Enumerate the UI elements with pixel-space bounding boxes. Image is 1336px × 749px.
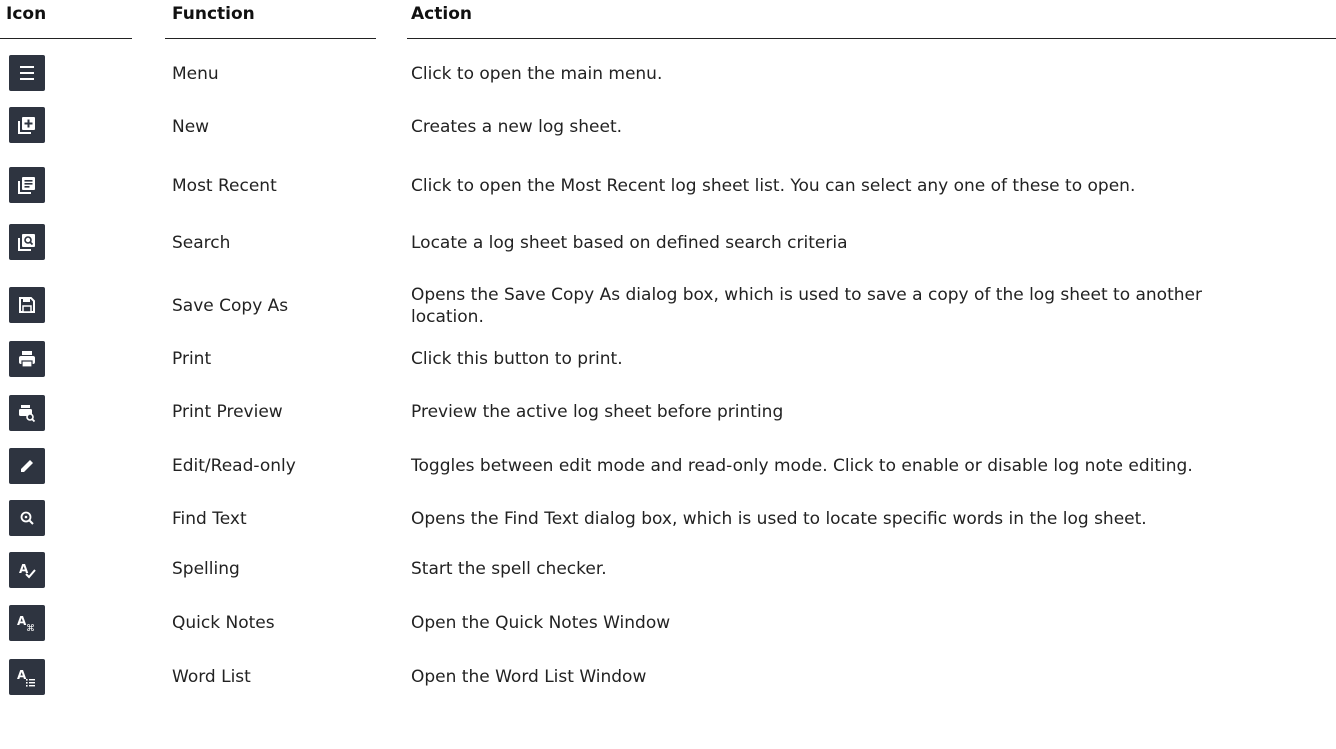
column-header-action: Action: [411, 4, 472, 24]
svg-text:A: A: [17, 668, 27, 682]
function-label: Search: [172, 233, 231, 253]
spelling-icon: A: [9, 552, 45, 588]
function-label: Print Preview: [172, 402, 283, 422]
action-text: Preview the active log sheet before prin…: [411, 402, 784, 422]
action-text: Creates a new log sheet.: [411, 117, 623, 137]
function-label: Find Text: [172, 509, 247, 529]
svg-text:A: A: [19, 562, 29, 576]
action-text: Opens the Find Text dialog box, which is…: [411, 509, 1147, 529]
pencil-icon: [9, 448, 45, 484]
action-text: Open the Quick Notes Window: [411, 613, 671, 633]
function-label: Edit/Read-only: [172, 456, 296, 476]
action-text: Click to open the main menu.: [411, 64, 663, 84]
quick-notes-icon: A ⌘: [9, 605, 45, 641]
word-list-icon: A: [9, 659, 45, 695]
print-icon: [9, 341, 45, 377]
search-icon: [9, 224, 45, 260]
action-text: Start the spell checker.: [411, 559, 607, 579]
action-text: Click to open the Most Recent log sheet …: [411, 176, 1136, 196]
action-text: Toggles between edit mode and read-only …: [411, 456, 1193, 476]
action-text: Opens the Save Copy As dialog box, which…: [411, 285, 1202, 305]
svg-text:⌘: ⌘: [26, 624, 35, 634]
find-text-icon: [9, 500, 45, 536]
function-label: Most Recent: [172, 176, 277, 196]
function-label: Menu: [172, 64, 219, 84]
function-label: Quick Notes: [172, 613, 275, 633]
column-header-icon: Icon: [6, 4, 47, 24]
print-preview-icon: [9, 395, 45, 431]
function-label: Print: [172, 349, 212, 369]
function-label: Save Copy As: [172, 296, 289, 316]
function-label: Spelling: [172, 559, 240, 579]
most-recent-icon: [9, 167, 45, 203]
action-text: Click this button to print.: [411, 349, 623, 369]
header-rule-function: [165, 38, 376, 39]
new-icon: [9, 107, 45, 143]
column-header-function: Function: [172, 4, 255, 24]
header-rule-action: [407, 38, 1336, 39]
action-text-continued: location.: [411, 307, 484, 327]
function-label: New: [172, 117, 210, 137]
save-icon: [9, 287, 45, 323]
header-rule-icon: [0, 38, 132, 39]
action-text: Locate a log sheet based on defined sear…: [411, 233, 848, 253]
menu-icon: [9, 55, 45, 91]
function-label: Word List: [172, 667, 251, 687]
action-text: Open the Word List Window: [411, 667, 647, 687]
